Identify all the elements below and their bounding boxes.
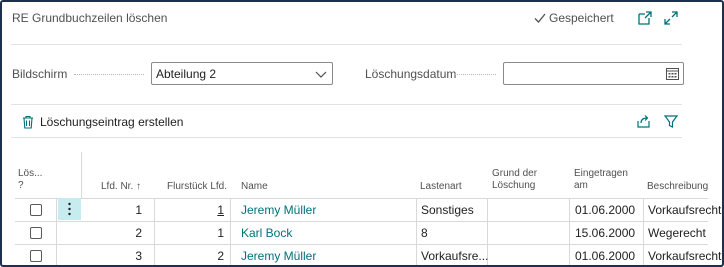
cell-flurstueck: 1 (217, 226, 224, 240)
column-header-grund[interactable]: Grund der Löschung (492, 168, 537, 192)
bildschirm-label: Bildschirm (12, 67, 68, 81)
column-header-lastenart[interactable]: Lastenart (420, 181, 462, 193)
page-title: RE Grundbuchzeilen löschen (12, 11, 168, 25)
loeschungsdatum-label: Löschungsdatum (365, 67, 457, 81)
cell-lfd-nr: 2 (135, 226, 142, 240)
cell-eingetragen: 15.06.2000 (575, 226, 636, 240)
header-divider (11, 44, 682, 45)
cell-name[interactable]: Jeremy Müller (241, 249, 316, 263)
page-window: RE Grundbuchzeilen löschen Gespeichert B… (0, 0, 724, 267)
cell-lfd-nr: 3 (135, 249, 142, 263)
checkmark-icon (534, 13, 546, 23)
column-header-name[interactable]: Name (241, 181, 268, 193)
field-dots (74, 74, 144, 75)
cell-lastenart: Sonstiges (421, 203, 474, 217)
row-checkbox[interactable] (30, 250, 42, 262)
create-deletion-entry-label: Löschungseintrag erstellen (40, 115, 184, 129)
calendar-icon[interactable] (666, 67, 679, 80)
open-new-window-icon[interactable] (637, 10, 653, 26)
column-header-eingetragen[interactable]: Eingetragen am (574, 168, 628, 192)
cell-flurstueck: 2 (217, 249, 224, 263)
fields-divider (11, 104, 682, 105)
cell-flurstueck[interactable]: 1 (182, 203, 224, 217)
cell-beschreibung: Vorkaufsrecht (648, 203, 722, 217)
bildschirm-value: Abteilung 2 (156, 67, 217, 81)
create-deletion-entry-button[interactable]: Löschungseintrag erstellen (22, 115, 183, 129)
column-header-flurstueck[interactable]: Flurstück Lfd. (167, 181, 227, 193)
cell-lfd-nr: 1 (135, 203, 142, 217)
row-checkbox[interactable] (30, 227, 42, 239)
column-header-lfd-nr[interactable]: Lfd. Nr. ↑ (101, 181, 141, 193)
cell-name[interactable]: Jeremy Müller (241, 203, 316, 217)
cell-eingetragen: 01.06.2000 (575, 203, 636, 217)
saved-label: Gespeichert (549, 11, 614, 25)
filter-icon[interactable] (664, 114, 678, 129)
chevron-down-icon (315, 71, 327, 78)
cell-lastenart: 8 (421, 226, 428, 240)
column-header-lfd-nr-label: Lfd. Nr. (101, 181, 134, 192)
cell-beschreibung: Vorkaufsrecht (648, 249, 722, 263)
sort-ascending-icon: ↑ (136, 181, 142, 192)
column-divider (81, 152, 82, 199)
trash-icon (23, 115, 33, 129)
field-dots (454, 74, 496, 75)
column-header-loeschen[interactable]: Lös... ? (18, 168, 42, 192)
column-header-beschreibung[interactable]: Beschreibung (647, 181, 708, 193)
cell-name[interactable]: Karl Bock (241, 226, 292, 240)
cell-eingetragen: 01.06.2000 (575, 249, 636, 263)
share-icon[interactable] (636, 114, 651, 129)
cell-beschreibung: Wegerecht (648, 226, 706, 240)
expand-icon[interactable] (663, 10, 679, 26)
action-divider (11, 137, 682, 138)
loeschungsdatum-input[interactable] (503, 62, 684, 85)
row-checkbox[interactable] (30, 204, 42, 216)
table-row[interactable]: 2 1 Karl Bock 8 15.06.2000 Wegerecht (2, 222, 722, 244)
table-row[interactable]: 1 1 Jeremy Müller Sonstiges 01.06.2000 V… (2, 199, 722, 221)
cell-lastenart: Vorkaufsre... (421, 249, 489, 263)
saved-status: Gespeichert (534, 11, 614, 25)
table-row[interactable]: 3 2 Jeremy Müller Vorkaufsre... 01.06.20… (2, 245, 722, 265)
bildschirm-select[interactable]: Abteilung 2 (151, 62, 333, 85)
